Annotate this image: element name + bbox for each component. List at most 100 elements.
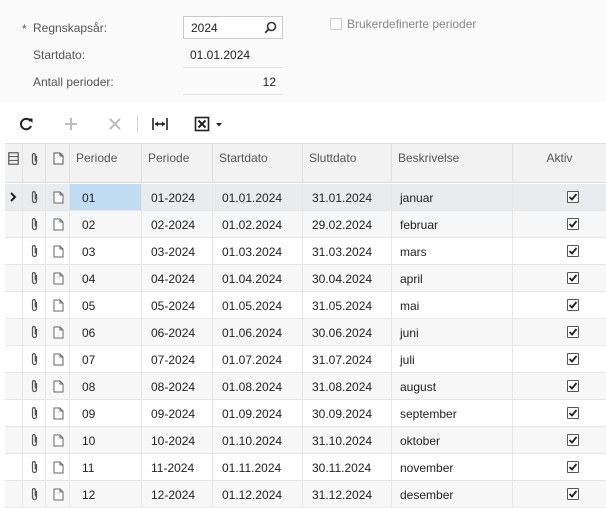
cell-period-id[interactable]: 06-2024	[142, 319, 213, 345]
row-notes[interactable]	[46, 265, 70, 291]
active-checkbox[interactable]	[567, 272, 579, 284]
cell-end-date[interactable]: 31.08.2024	[303, 373, 392, 399]
export-excel-button[interactable]	[194, 113, 230, 135]
active-checkbox[interactable]	[567, 353, 579, 365]
row-attachments[interactable]	[23, 400, 46, 426]
row-attachments[interactable]	[23, 211, 46, 237]
cell-description[interactable]: juli	[392, 346, 513, 372]
row-selector[interactable]	[5, 184, 23, 210]
row-notes[interactable]	[46, 427, 70, 453]
column-settings-header[interactable]	[5, 144, 23, 183]
cell-start-date[interactable]: 01.12.2024	[213, 481, 303, 507]
table-row[interactable]: 10 10-2024 01.10.2024 31.10.2024 oktober	[5, 427, 606, 454]
cell-period-id[interactable]: 11-2024	[142, 454, 213, 480]
notes-header[interactable]	[46, 144, 70, 183]
row-selector[interactable]	[5, 265, 23, 291]
row-notes[interactable]	[46, 238, 70, 264]
row-selector[interactable]	[5, 373, 23, 399]
row-selector[interactable]	[5, 346, 23, 372]
row-attachments[interactable]	[23, 184, 46, 210]
cell-active[interactable]	[513, 319, 606, 345]
cell-active[interactable]	[513, 427, 606, 453]
active-checkbox[interactable]	[567, 461, 579, 473]
cell-period[interactable]: 09	[70, 400, 142, 426]
cell-active[interactable]	[513, 292, 606, 318]
table-row[interactable]: 04 04-2024 01.04.2024 30.04.2024 april	[5, 265, 606, 292]
fit-columns-button[interactable]	[149, 113, 171, 135]
cell-period[interactable]: 07	[70, 346, 142, 372]
row-notes[interactable]	[46, 292, 70, 318]
search-icon[interactable]	[264, 21, 277, 34]
cell-description[interactable]: november	[392, 454, 513, 480]
cell-end-date[interactable]: 30.04.2024	[303, 265, 392, 291]
column-header-end-date[interactable]: Sluttdato	[303, 144, 392, 183]
fiscal-year-selector[interactable]: 2024	[183, 16, 283, 39]
table-row[interactable]: 06 06-2024 01.06.2024 30.06.2024 juni	[5, 319, 606, 346]
active-checkbox[interactable]	[567, 488, 579, 500]
cell-period[interactable]: 11	[70, 454, 142, 480]
cell-start-date[interactable]: 01.05.2024	[213, 292, 303, 318]
cell-period[interactable]: 06	[70, 319, 142, 345]
cell-period[interactable]: 12	[70, 481, 142, 507]
cell-period-id[interactable]: 01-2024	[142, 184, 213, 210]
row-attachments[interactable]	[23, 427, 46, 453]
cell-start-date[interactable]: 01.04.2024	[213, 265, 303, 291]
table-row[interactable]: 12 12-2024 01.12.2024 31.12.2024 desembe…	[5, 481, 606, 508]
cell-period[interactable]: 04	[70, 265, 142, 291]
row-selector[interactable]	[5, 427, 23, 453]
attachments-header[interactable]	[23, 144, 46, 183]
row-notes[interactable]	[46, 481, 70, 507]
cell-active[interactable]	[513, 400, 606, 426]
cell-active[interactable]	[513, 481, 606, 507]
table-row[interactable]: 11 11-2024 01.11.2024 30.11.2024 novembe…	[5, 454, 606, 481]
cell-end-date[interactable]: 30.06.2024	[303, 319, 392, 345]
row-selector[interactable]	[5, 319, 23, 345]
row-notes[interactable]	[46, 373, 70, 399]
cell-start-date[interactable]: 01.01.2024	[213, 184, 303, 210]
cell-period-id[interactable]: 12-2024	[142, 481, 213, 507]
active-checkbox[interactable]	[567, 407, 579, 419]
cell-description[interactable]: april	[392, 265, 513, 291]
cell-active[interactable]	[513, 346, 606, 372]
active-checkbox[interactable]	[567, 218, 579, 230]
row-selector[interactable]	[5, 400, 23, 426]
table-row[interactable]: 05 05-2024 01.05.2024 31.05.2024 mai	[5, 292, 606, 319]
cell-description[interactable]: oktober	[392, 427, 513, 453]
cell-end-date[interactable]: 31.05.2024	[303, 292, 392, 318]
cell-period-id[interactable]: 04-2024	[142, 265, 213, 291]
cell-start-date[interactable]: 01.11.2024	[213, 454, 303, 480]
row-attachments[interactable]	[23, 319, 46, 345]
cell-description[interactable]: mars	[392, 238, 513, 264]
cell-active[interactable]	[513, 238, 606, 264]
active-checkbox[interactable]	[567, 191, 579, 203]
column-header-start-date[interactable]: Startdato	[213, 144, 303, 183]
row-selector[interactable]	[5, 481, 23, 507]
row-notes[interactable]	[46, 346, 70, 372]
cell-start-date[interactable]: 01.07.2024	[213, 346, 303, 372]
row-selector[interactable]	[5, 211, 23, 237]
active-checkbox[interactable]	[567, 326, 579, 338]
cell-period[interactable]: 05	[70, 292, 142, 318]
cell-description[interactable]: januar	[392, 184, 513, 210]
table-row[interactable]: 01 01-2024 01.01.2024 31.01.2024 januar	[5, 184, 606, 211]
row-notes[interactable]	[46, 454, 70, 480]
cell-description[interactable]: desember	[392, 481, 513, 507]
table-row[interactable]: 02 02-2024 01.02.2024 29.02.2024 februar	[5, 211, 606, 238]
num-periods-value[interactable]: 12	[190, 75, 282, 89]
cell-description[interactable]: juni	[392, 319, 513, 345]
active-checkbox[interactable]	[567, 299, 579, 311]
row-selector[interactable]	[5, 454, 23, 480]
column-header-period[interactable]: Periode	[70, 144, 142, 183]
cell-end-date[interactable]: 31.10.2024	[303, 427, 392, 453]
active-checkbox[interactable]	[567, 245, 579, 257]
cell-end-date[interactable]: 31.03.2024	[303, 238, 392, 264]
row-notes[interactable]	[46, 400, 70, 426]
cell-period-id[interactable]: 09-2024	[142, 400, 213, 426]
custom-periods-checkbox[interactable]	[330, 18, 342, 30]
cell-period[interactable]: 01	[70, 184, 142, 210]
row-attachments[interactable]	[23, 292, 46, 318]
cell-active[interactable]	[513, 454, 606, 480]
cell-start-date[interactable]: 01.10.2024	[213, 427, 303, 453]
cell-description[interactable]: september	[392, 400, 513, 426]
column-header-period-id[interactable]: Periode	[142, 144, 213, 183]
